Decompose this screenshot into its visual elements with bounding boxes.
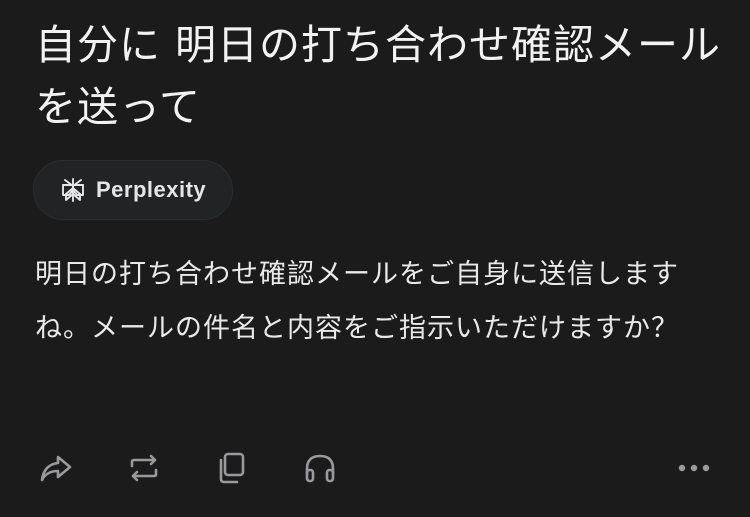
answer-text: 明日の打ち合わせ確認メールをご自身に送信しますね。メールの件名と内容をご指示いた…: [35, 259, 679, 344]
query-title: 自分に 明日の打ち合わせ確認メールを送って: [35, 21, 722, 131]
share-button[interactable]: [34, 446, 78, 490]
share-icon: [38, 450, 74, 486]
source-chip-perplexity[interactable]: Perplexity: [33, 160, 233, 220]
copy-icon: [213, 450, 249, 486]
more-options-icon: [676, 462, 712, 474]
more-options-button[interactable]: [672, 446, 716, 490]
copy-button[interactable]: [209, 446, 253, 490]
rewrite-icon: [126, 450, 162, 486]
headphones-icon: [302, 450, 338, 486]
listen-button[interactable]: [298, 446, 342, 490]
perplexity-logo-icon: [60, 177, 86, 203]
rewrite-button[interactable]: [122, 446, 166, 490]
source-chip-label: Perplexity: [96, 177, 207, 202]
answer-actions-bar: [0, 440, 750, 496]
